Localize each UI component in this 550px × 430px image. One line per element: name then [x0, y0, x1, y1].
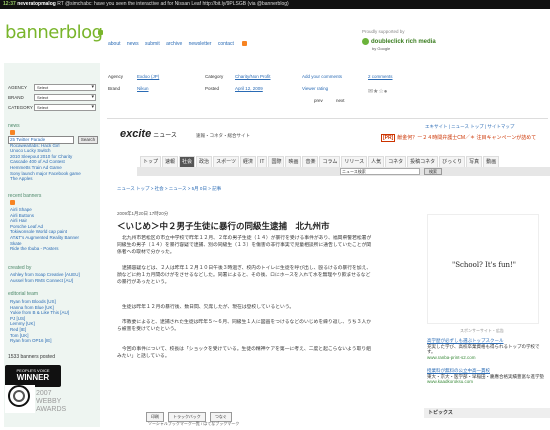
excite-logo[interactable]: excite ニュース: [120, 128, 177, 140]
filter-category-select[interactable]: Select: [34, 104, 96, 111]
sponsor-label: Proudly supported by: [362, 29, 405, 34]
social-bookmark-link[interactable]: ソーシャルブックマーク一覧 / はてなブックマーク: [148, 421, 239, 427]
viewer-rating-label: Viewer rating: [302, 86, 329, 91]
recent-title: recent banners: [8, 193, 42, 199]
list-item[interactable]: Aussel from RMS Connect [AU]: [10, 278, 80, 284]
nav-about[interactable]: about: [108, 41, 121, 47]
recent-rss-icon[interactable]: [8, 200, 15, 206]
sponsor-tagline: by Google: [372, 46, 391, 51]
meta-category-value[interactable]: Charity/Non Profit: [235, 74, 271, 79]
list-item[interactable]: Ashley from Soap Creative [AUEU]: [10, 272, 80, 278]
rss-icon[interactable]: [242, 41, 248, 47]
meta-brand-label: Brand: [108, 86, 121, 91]
search-button[interactable]: Search: [78, 136, 98, 144]
ticker-time: 12:37: [3, 1, 16, 7]
ticker-text: RT @simchabc: have you seen the interact…: [57, 1, 289, 7]
news-search-input[interactable]: ニュース検索: [340, 168, 420, 175]
nav-submit[interactable]: submit: [145, 41, 160, 47]
article-paragraph: 今回の事件について、校長は「ショックを受けている。生徒の精神ケアを第一に考え、二…: [117, 347, 371, 359]
school-poster: "School? It's fun!": [427, 214, 539, 324]
share-icons[interactable]: ✉★☆●: [368, 88, 387, 95]
article-paragraph: 北九州市若松区の市立中学校で昨年１２月、２年の男子生徒（１４）が暴行を受ける事件…: [117, 236, 372, 255]
webby-text: 2007 WEBBY AWARDS: [36, 390, 67, 413]
twitter-ticker: 12:37 neveratopmalog RT @simchabc: have …: [0, 0, 550, 9]
article-headline: ＜いじめ＞中２男子生徒に暴行の同級生逮捕 北九州市: [117, 221, 330, 231]
site-logo[interactable]: bannerblog: [5, 22, 103, 43]
nav-contact[interactable]: contact: [218, 41, 234, 47]
article-paragraph: 生徒は昨年１２月の暴行後、数日間、欠席したが、現在は登校しているという。: [122, 305, 295, 310]
filter-brand-label: BRAND: [8, 95, 24, 100]
article-paragraph: 市教委によると、逮捕された生徒は昨年５～６月、同級生１人に図画をつけるなどのいじ…: [117, 320, 372, 332]
logo-mark-icon: [98, 30, 103, 35]
poster-caption: "School? It's fun!": [451, 261, 517, 269]
nav-news[interactable]: news: [127, 41, 139, 47]
doubleclick-icon: [362, 38, 369, 45]
list-item[interactable]: AT&T's Augmented Reality Banner: [10, 235, 79, 241]
list-item[interactable]: The Apples: [10, 176, 81, 182]
excite-top-links[interactable]: エキサイト | ニュース トップ | サイトマップ: [425, 124, 514, 130]
nav-archive[interactable]: archive: [166, 41, 182, 47]
meta-category-label: Category: [205, 74, 224, 79]
recent-list: Airli Shape Airli Buttons Airli Hair Por…: [10, 207, 79, 252]
ticker-user[interactable]: neveratopmalog: [17, 1, 56, 7]
created-title: created by: [8, 265, 32, 271]
news-list: 25 Twitter Parade Rocawearlabs: Hack Gir…: [10, 137, 81, 182]
news-search-button[interactable]: 検索: [424, 168, 442, 175]
meta-agency-label: Agency: [108, 74, 124, 79]
filter-agency-label: AGENCY: [8, 85, 28, 90]
meta-posted-label: Posted: [205, 86, 220, 91]
peoples-voice-badge: PEOPLE'S VOICE WINNER: [5, 365, 61, 387]
comments-count-link[interactable]: 2 comments: [368, 74, 393, 79]
breadcrumb[interactable]: ニュース トップ > 社会 > ニュース > 5月 0日 > 記事: [117, 186, 221, 192]
ad-item[interactable]: 高学歴が必ずしも選ぶトップスクール 充実した学び、高校卒業資格も得られるトップの…: [427, 338, 547, 360]
list-item[interactable]: Ryan from OP16 [IE]: [10, 338, 69, 344]
excite-tagline: 速報・コネタ・総合サイト: [196, 133, 250, 138]
webby-logo-icon: [5, 385, 35, 413]
next-link[interactable]: next: [336, 98, 345, 103]
list-item[interactable]: Yukie from B & Like This [AU]: [10, 310, 69, 316]
filter-agency-select[interactable]: Select: [34, 84, 96, 91]
category-bar: トップ 速報 社会 政治 スポーツ 経済 IT 国際 映画 音楽 コラム リリース 人気 コネタ 投稿コネタ…: [140, 156, 550, 168]
team-title: editorial team: [8, 291, 39, 297]
news-rss-icon[interactable]: [8, 130, 15, 136]
excite-pr-banner[interactable]: [PR] 献金何？ー２４時間弁護士CM／＊ 注目キャンペーンが詰めて: [381, 134, 536, 142]
article-date: 2009年1月20日 17時20分: [117, 211, 169, 216]
prev-link[interactable]: prev: [314, 98, 323, 103]
top-nav: about news submit archive newsletter con…: [108, 41, 248, 47]
nav-newsletter[interactable]: newsletter: [189, 41, 212, 47]
created-list: Ashley from Soap Creative [AUEU] Aussel …: [10, 272, 80, 283]
list-item[interactable]: Ride the Ibuba - Posters: [10, 246, 79, 252]
meta-agency-value[interactable]: Exdoo (JP): [137, 74, 159, 79]
banner-count: 1533 banners posted: [8, 354, 55, 360]
ads-label: スポンサーサイト・広告: [460, 328, 504, 333]
news-title: news: [8, 123, 20, 129]
sponsor-logo[interactable]: doubleclick rich media: [362, 38, 436, 45]
ad-item[interactable]: 授業料が無料の公立中高一貫校 東大・京大・医学部・早稲田・慶應合格実績豊富な進学…: [427, 368, 547, 385]
team-list: Ryan from Bloods [US] Hanna from Blue [U…: [10, 299, 69, 344]
meta-brand-value[interactable]: Nikun: [137, 86, 149, 91]
filter-category-label: CATEGORY: [8, 105, 33, 110]
meta-posted-value: April 12, 2009: [235, 86, 263, 91]
topics-header: トピックス: [424, 408, 550, 418]
filter-brand-select[interactable]: Select: [34, 94, 96, 101]
badge-line2: WINNER: [16, 373, 50, 382]
add-comments-link[interactable]: Add your comments: [302, 74, 342, 79]
article-paragraph: 逮捕容疑などは、２人は昨年１２月１０日午後３時過ぎ、校内のトイレに生徒を呼び出し…: [117, 266, 372, 285]
